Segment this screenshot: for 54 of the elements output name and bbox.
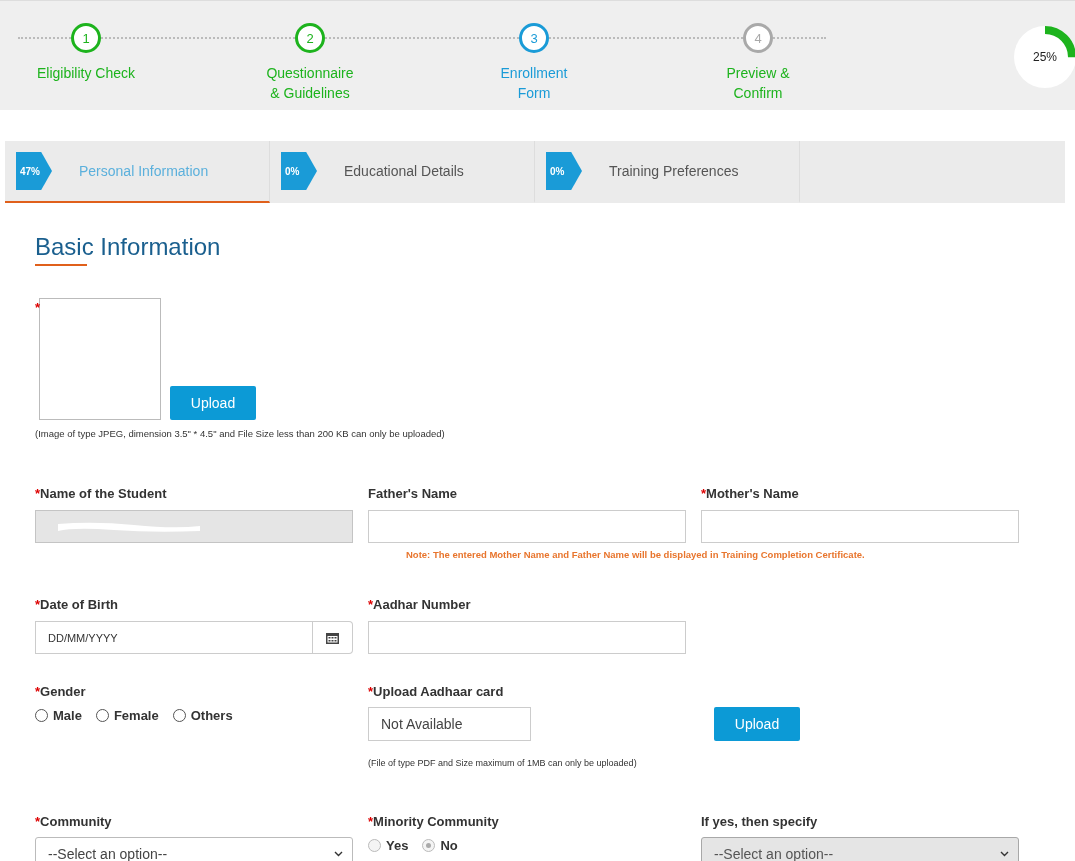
field-label: Name of the Student (40, 486, 167, 501)
step-label: Eligibility Check (36, 64, 135, 83)
progress-ring (1013, 25, 1075, 89)
certificate-note: Note: The entered Mother Name and Father Name will be displayed in Training Completion Certificate. (406, 549, 866, 560)
text-field[interactable] (701, 510, 1019, 543)
step-number: 3 (519, 23, 549, 53)
radio-button[interactable] (172, 709, 186, 722)
required-mark: * (368, 814, 374, 829)
field-label: Aadhar Number (373, 597, 471, 612)
required-mark: * (368, 597, 374, 612)
field-label: Community (40, 814, 112, 829)
field-label: Gender (40, 684, 86, 699)
step-number: 2 (295, 23, 325, 53)
date-field[interactable]: DD/MM/YYYY (35, 621, 313, 654)
field-label: Minority Community (373, 814, 499, 829)
dropdown[interactable]: --Select an option-- (35, 837, 353, 861)
percent-badge: 0% (546, 152, 582, 190)
required-mark: * (35, 684, 41, 699)
progress-percent: 25% (1033, 50, 1057, 64)
radio-option[interactable]: Male (35, 708, 82, 723)
chevron-down-icon (1000, 850, 1009, 857)
field-label: Date of Birth (40, 597, 119, 612)
text-field[interactable] (368, 510, 686, 543)
file-name-field: Not Available (368, 707, 531, 741)
required-mark: * (368, 684, 374, 699)
field-label: Mother's Name (706, 486, 799, 501)
radio-option[interactable]: Female (95, 708, 159, 723)
radio-button[interactable] (35, 709, 48, 722)
required-mark: * (701, 486, 707, 501)
field-label: Father's Name (368, 486, 458, 501)
step-number: 1 (71, 23, 101, 53)
step-number: 4 (743, 23, 773, 53)
field-label: Upload Aadhaar card (373, 684, 504, 699)
photo-note: (Image of type JPEG, dimension 3.5" * 4.5" and File Size less than 200 KB can only be uploaded) (35, 428, 446, 439)
chevron-down-icon (334, 850, 343, 857)
calendar-icon (326, 631, 339, 644)
step-label: Preview & Confirm (726, 64, 790, 103)
required-mark: * (35, 486, 41, 501)
radio-button[interactable] (95, 709, 109, 722)
required-mark: * (35, 300, 41, 315)
form-tab[interactable]: 0% Educational Details (270, 141, 535, 203)
form-tab[interactable]: 0% Training Preferences (535, 141, 800, 203)
calendar-button[interactable] (313, 621, 353, 654)
percent-badge: 47% (16, 152, 52, 190)
text-field[interactable] (368, 621, 686, 654)
section-title: Basic Information (35, 233, 222, 261)
step-label: Enrollment Form (500, 64, 568, 103)
required-mark: * (35, 814, 41, 829)
radio-option[interactable]: Others (172, 708, 233, 723)
percent-badge: 0% (281, 152, 317, 190)
field-label: If yes, then specify (701, 814, 818, 829)
step-label: Questionnaire & Guidelines (266, 64, 354, 103)
required-mark: * (35, 597, 41, 612)
file-note: (File of type PDF and Size maximum of 1MB can only be uploaded) (368, 758, 638, 768)
